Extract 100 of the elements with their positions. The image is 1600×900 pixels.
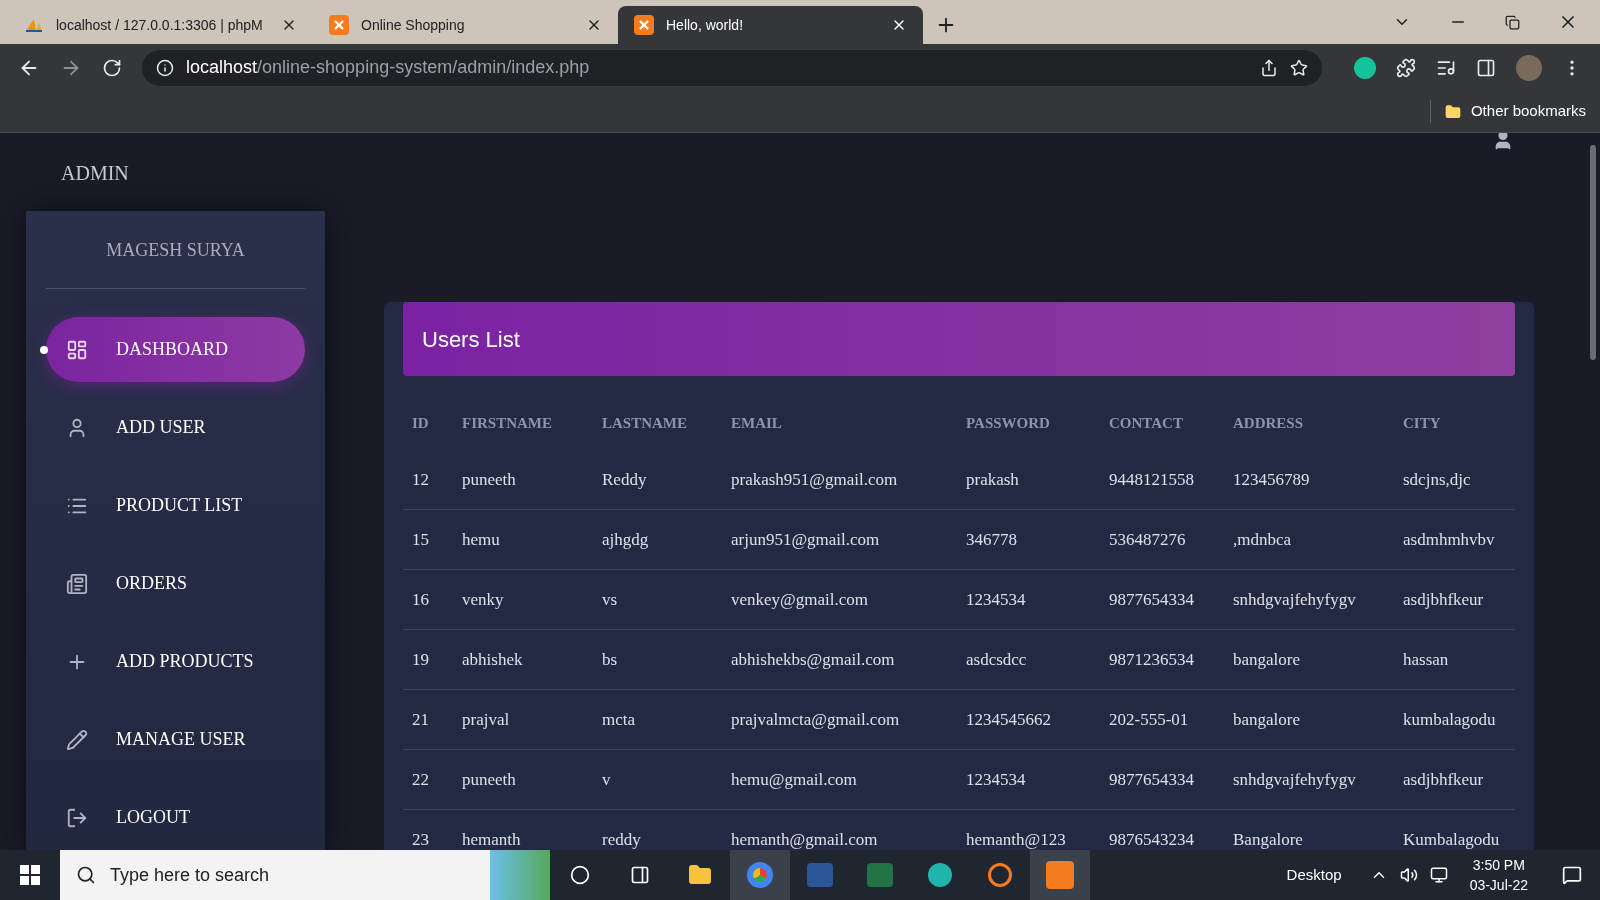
search-icon bbox=[76, 865, 96, 885]
url-text: localhost/online-shopping-system/admin/index.php bbox=[186, 56, 590, 79]
table-cell-text: mcta bbox=[601, 708, 637, 731]
xampp-icon[interactable] bbox=[1030, 850, 1090, 900]
orbit-icon[interactable] bbox=[988, 863, 1012, 887]
bookmark-folder[interactable]: Other bookmarks bbox=[1429, 100, 1586, 123]
time-text: 3:50 PM bbox=[1472, 856, 1525, 875]
reload-icon[interactable] bbox=[102, 57, 122, 78]
table-cell-text: bangalore bbox=[1232, 708, 1302, 731]
notifications-icon[interactable] bbox=[1562, 865, 1582, 885]
clock[interactable]: 3:50 PM 03-Jul-22 bbox=[1469, 855, 1528, 895]
column-header: EMAIL bbox=[730, 413, 783, 433]
browser-tab[interactable]: Hello, world! bbox=[618, 6, 923, 44]
table-cell-text: asdmhmhvbv bbox=[1402, 528, 1496, 551]
windows-icon[interactable] bbox=[20, 865, 40, 885]
extensions-icon[interactable] bbox=[1396, 57, 1416, 78]
table-cell-text: prakash bbox=[965, 468, 1020, 491]
browser-tab[interactable]: Online Shopping bbox=[313, 6, 618, 44]
table-cell-text: Reddy bbox=[601, 468, 648, 491]
table-cell-text: 9877654334 bbox=[1108, 588, 1195, 611]
table-cell-text: vs bbox=[601, 588, 619, 611]
table-cell-text: asdjbhfkeur bbox=[1402, 768, 1485, 791]
nav-item[interactable]: DASHBOARD bbox=[46, 317, 305, 382]
browser-tab[interactable]: localhost / 127.0.0.1:3306 | phpM bbox=[8, 6, 313, 44]
nav-item[interactable]: PRODUCT LIST bbox=[46, 473, 305, 538]
table-cell-text: v bbox=[601, 768, 612, 791]
table-cell-text: 1234545662 bbox=[965, 708, 1052, 731]
table-cell-text: hassan bbox=[1402, 648, 1450, 671]
column-header: ADDRESS bbox=[1232, 413, 1305, 433]
side-panel-icon[interactable] bbox=[1476, 57, 1496, 78]
file-explorer-icon[interactable] bbox=[688, 863, 712, 887]
table-cell-text: Bangalore bbox=[1232, 828, 1304, 850]
table-cell-text: Kumbalagodu bbox=[1402, 828, 1501, 850]
xampp-logo-icon bbox=[634, 15, 654, 35]
table-cell-text: 9876543234 bbox=[1108, 828, 1195, 850]
table-cell-text: bangalore bbox=[1232, 648, 1302, 671]
network-icon[interactable] bbox=[1429, 866, 1448, 884]
table-cell-text: ajhgdg bbox=[601, 528, 650, 551]
search-art bbox=[490, 850, 550, 900]
table-cell-text: 536487276 bbox=[1108, 528, 1187, 551]
table-cell-text: puneeth bbox=[461, 768, 517, 791]
table-cell-text: 9877654334 bbox=[1108, 768, 1195, 791]
table-cell-text: kumbalagodu bbox=[1402, 708, 1497, 731]
column-header: CITY bbox=[1402, 413, 1442, 433]
tab-title: Online Shopping bbox=[361, 15, 466, 35]
table-cell-text: 15 bbox=[411, 528, 430, 551]
table-cell-text: prajval bbox=[461, 708, 511, 731]
table-cell-text: 23 bbox=[411, 828, 430, 850]
column-header: ID bbox=[411, 413, 430, 433]
table-cell-text: bs bbox=[601, 648, 619, 671]
table-cell-text: puneeth bbox=[461, 468, 517, 491]
table-cell-text: 346778 bbox=[965, 528, 1018, 551]
table-cell-text: 9871236534 bbox=[1108, 648, 1195, 671]
grammarly-icon[interactable] bbox=[1354, 56, 1376, 79]
table-cell-text: asdjbhfkeur bbox=[1402, 588, 1485, 611]
share-icon[interactable] bbox=[1260, 58, 1278, 77]
chrome-icon[interactable] bbox=[730, 850, 790, 900]
cortana-icon[interactable] bbox=[570, 865, 590, 885]
info-icon[interactable] bbox=[156, 58, 174, 77]
sail-logo-icon bbox=[24, 17, 44, 33]
volume-icon[interactable] bbox=[1399, 866, 1418, 884]
table-cell-text: prakash951@gmail.com bbox=[730, 468, 899, 491]
star-icon[interactable] bbox=[1290, 58, 1308, 77]
user-name: MAGESH SURYA bbox=[46, 211, 305, 289]
brand-title: ADMIN bbox=[60, 161, 130, 186]
desktop-toolbar[interactable]: Desktop bbox=[1286, 863, 1342, 887]
search-field[interactable]: Type here to search bbox=[60, 850, 490, 900]
pencil-icon bbox=[66, 728, 88, 751]
table-cell-text: 16 bbox=[411, 588, 430, 611]
table-cell-text: sdcjns,djc bbox=[1402, 468, 1472, 491]
scrollbar-thumb[interactable] bbox=[1590, 145, 1596, 360]
table-cell-text: hemu@gmail.com bbox=[730, 768, 858, 791]
table-cell-text: 1234534 bbox=[965, 588, 1027, 611]
nav-item[interactable]: ORDERS bbox=[46, 551, 305, 616]
table-cell-text: hemanth@123 bbox=[965, 828, 1067, 850]
nav-item[interactable]: LOGOUT bbox=[46, 785, 305, 850]
orders-icon bbox=[66, 572, 88, 595]
table-cell-text: snhdgvajfehyfygv bbox=[1232, 588, 1357, 611]
xampp-logo-icon bbox=[329, 15, 349, 35]
table-cell-text: ,mdnbca bbox=[1232, 528, 1293, 551]
card-title: Users List bbox=[422, 325, 520, 354]
nav-item[interactable]: ADD PRODUCTS bbox=[46, 629, 305, 694]
column-header: LASTNAME bbox=[601, 413, 688, 433]
table-cell-text: hemanth@gmail.com bbox=[730, 828, 879, 850]
table-cell-text: snhdgvajfehyfygv bbox=[1232, 768, 1357, 791]
address-bar[interactable]: localhost/online-shopping-system/admin/index.php bbox=[142, 49, 1322, 86]
folder-icon bbox=[1444, 103, 1461, 120]
nav-item[interactable]: MANAGE USER bbox=[46, 707, 305, 772]
table-cell-text: reddy bbox=[601, 828, 642, 850]
table-cell-text: arjun951@gmail.com bbox=[730, 528, 881, 551]
table-cell-text: 1234534 bbox=[965, 768, 1027, 791]
tab-title: localhost / 127.0.0.1:3306 | phpM bbox=[56, 15, 264, 35]
table-cell-text: 123456789 bbox=[1232, 468, 1311, 491]
table-cell-text: 19 bbox=[411, 648, 430, 671]
table-cell-text: prajvalmcta@gmail.com bbox=[730, 708, 901, 731]
task-view-icon[interactable] bbox=[630, 865, 650, 885]
media-player-icon[interactable] bbox=[928, 863, 952, 887]
table-cell-text: 202-555-01 bbox=[1108, 708, 1190, 731]
nav-item[interactable]: ADD USER bbox=[46, 395, 305, 460]
restore-icon[interactable] bbox=[1505, 14, 1520, 30]
